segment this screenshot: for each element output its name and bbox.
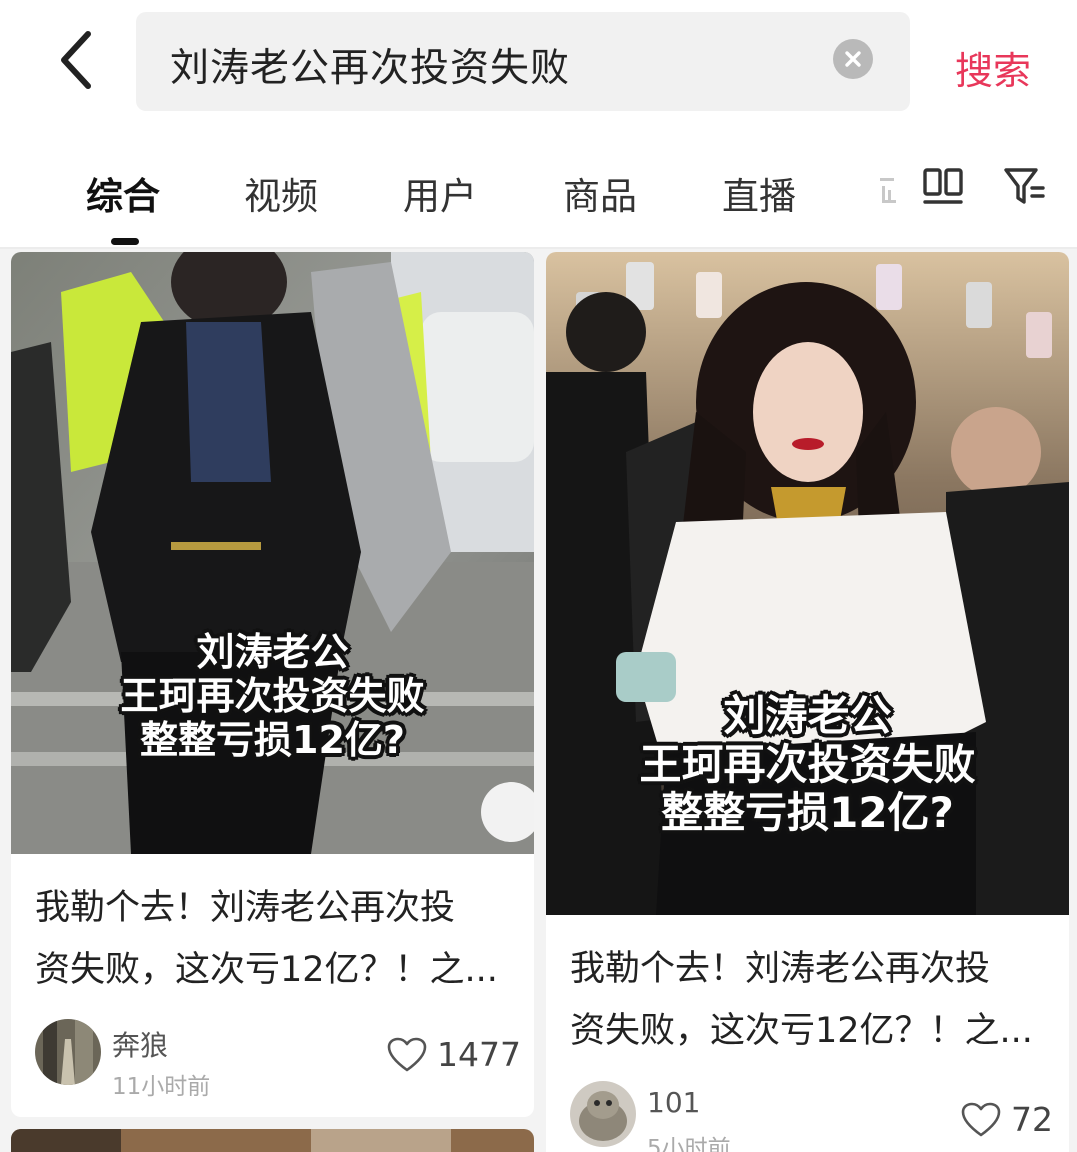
like-button[interactable]: 1477 — [387, 1035, 521, 1074]
result-title[interactable]: 我勒个去！刘涛老公再次投 资失败，这次亏12亿？！之... — [570, 938, 1049, 1062]
like-count: 72 — [1011, 1100, 1053, 1139]
result-title[interactable]: 我勒个去！刘涛老公再次投 资失败，这次亏12亿？！之... — [35, 877, 514, 1001]
thumbnail-image — [11, 252, 534, 854]
tab-overflow-fade — [880, 178, 896, 203]
video-thumbnail[interactable]: 刘涛老公 王珂再次投资失败 整整亏损12亿? — [11, 252, 534, 854]
thumbnail-caption: 刘涛老公 王珂再次投资失败 整整亏损12亿? — [546, 691, 1069, 838]
caption-line: 整整亏损12亿? — [140, 718, 405, 763]
title-line: 资失败，这次亏12亿？！之... — [570, 1011, 1033, 1051]
layout-toggle-button[interactable] — [921, 164, 965, 208]
result-card[interactable]: 刘涛老公 王珂再次投资失败 整整亏损12亿? 我勒个去！刘涛老公再次投 资失败，… — [546, 252, 1069, 1152]
search-button[interactable]: 搜索 — [955, 40, 1031, 95]
search-input[interactable]: 刘涛老公再次投资失败 — [136, 12, 910, 111]
tab-overflow-hint[interactable] — [878, 166, 900, 208]
search-header: 刘涛老公再次投资失败 搜索 — [0, 0, 1077, 120]
avatar[interactable] — [570, 1081, 636, 1147]
post-time: 11小时前 — [112, 1074, 211, 1100]
dual-column-icon — [923, 168, 963, 204]
caption-line: 王珂再次投资失败 — [120, 674, 425, 719]
tab-products[interactable]: 商品 — [563, 166, 637, 220]
post-time: 5小时前 — [647, 1136, 731, 1152]
caption-line: 整整亏损12亿? — [661, 788, 954, 838]
tab-video[interactable]: 视频 — [244, 166, 318, 220]
filter-button[interactable] — [1002, 164, 1046, 208]
result-tabs: 综合 视频 用户 商品 直播 — [0, 120, 1077, 248]
author-name[interactable]: 奔狼 — [112, 1024, 168, 1064]
caption-line: 刘涛老公 — [723, 691, 892, 740]
caption-line: 王珂再次投资失败 — [639, 739, 976, 789]
filter-icon — [1004, 168, 1045, 204]
active-tab-indicator — [111, 238, 139, 245]
like-count: 1477 — [437, 1035, 521, 1074]
title-line: 资失败，这次亏12亿？！之... — [35, 950, 498, 990]
tab-users[interactable]: 用户 — [403, 166, 477, 220]
avatar[interactable] — [35, 1019, 101, 1085]
tab-live[interactable]: 直播 — [722, 166, 796, 220]
back-button[interactable] — [44, 22, 108, 98]
avatar-image — [35, 1019, 101, 1085]
clear-icon — [845, 51, 861, 67]
caption-line: 刘涛老公 — [196, 630, 349, 674]
author-name[interactable]: 101 — [647, 1086, 700, 1119]
heart-icon — [961, 1102, 1001, 1136]
avatar-image — [570, 1081, 636, 1147]
thumbnail-caption: 刘涛老公 王珂再次投资失败 整整亏损12亿? — [11, 630, 534, 762]
tab-comprehensive[interactable]: 综合 — [86, 166, 160, 220]
video-thumbnail[interactable]: 刘涛老公 王珂再次投资失败 整整亏损12亿? — [546, 252, 1069, 915]
title-line: 我勒个去！刘涛老公再次投 — [570, 949, 991, 989]
thumbnail-image — [11, 1129, 534, 1152]
heart-icon — [387, 1037, 427, 1071]
like-button[interactable]: 72 — [961, 1100, 1053, 1139]
results-feed[interactable]: 刘涛老公 王珂再次投资失败 整整亏损12亿? 我勒个去！刘涛老公再次投 资失败，… — [0, 249, 1077, 1152]
chevron-left-icon — [61, 31, 91, 89]
search-query-text[interactable]: 刘涛老公再次投资失败 — [170, 37, 570, 93]
result-card[interactable]: 刘涛老公 王珂再次投资失败 整整亏损12亿? 我勒个去！刘涛老公再次投 资失败，… — [11, 252, 534, 1117]
title-line: 我勒个去！刘涛老公再次投 — [35, 888, 456, 928]
clear-button[interactable] — [833, 39, 873, 79]
result-card[interactable] — [11, 1129, 534, 1152]
